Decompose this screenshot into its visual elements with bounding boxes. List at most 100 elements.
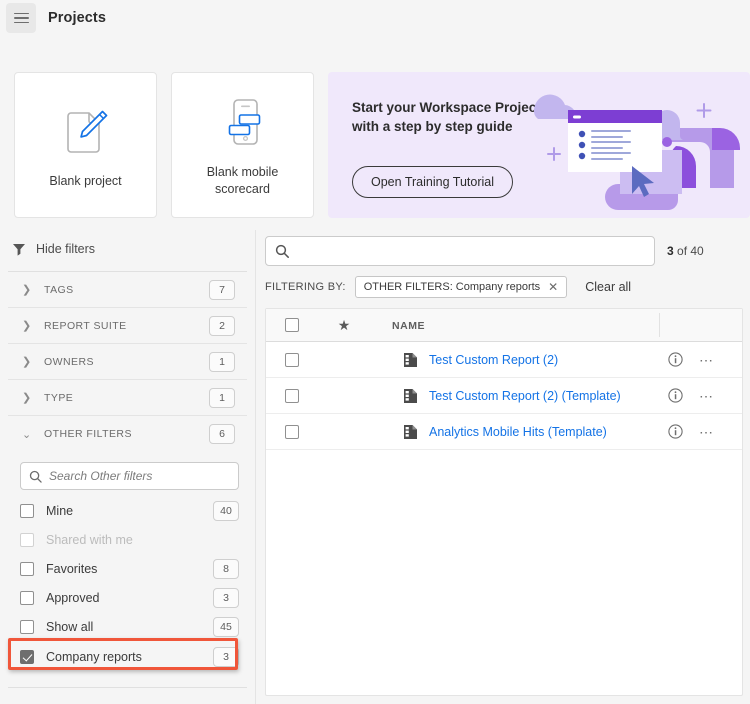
projects-main-panel: 3 of 40 FILTERING BY: OTHER FILTERS: Com… — [256, 230, 750, 704]
chevron-right-icon: ❯ — [22, 356, 32, 368]
blank-project-card-label: Blank project — [49, 173, 122, 188]
close-icon[interactable]: ✕ — [548, 281, 558, 293]
other-filters-search[interactable] — [20, 462, 239, 490]
filter-option-label: Shared with me — [46, 532, 133, 547]
info-icon[interactable] — [668, 388, 683, 403]
chevron-right-icon: ❯ — [22, 392, 32, 404]
table-header-row: ★ NAME — [266, 309, 742, 342]
search-icon — [29, 470, 42, 483]
row-name-link[interactable]: Test Custom Report (2) (Template) — [429, 389, 621, 403]
filter-group-count: 1 — [209, 387, 235, 408]
workspace-illustration — [533, 94, 740, 210]
result-count-total: of 40 — [673, 244, 704, 258]
row-actions-cell: ⋯ — [658, 388, 742, 403]
promo-headline-line-2: with a step by step guide — [352, 119, 513, 135]
table-row[interactable]: Analytics Mobile Hits (Template) ⋯ — [266, 414, 742, 450]
row-checkbox[interactable] — [285, 352, 299, 367]
filter-group-owners[interactable]: ❯ OWNERS 1 — [8, 344, 247, 380]
filter-group-other-filters[interactable]: ⌄ OTHER FILTERS 6 — [8, 416, 247, 452]
row-name-link[interactable]: Analytics Mobile Hits (Template) — [429, 425, 607, 439]
favorites-checkbox[interactable] — [20, 561, 34, 576]
filter-option-label: Approved — [46, 590, 100, 605]
row-name-link[interactable]: Test Custom Report (2) — [429, 353, 558, 367]
more-actions-icon[interactable]: ⋯ — [699, 425, 715, 439]
card-label-line-1: Blank mobile — [206, 165, 279, 180]
mine-checkbox[interactable] — [20, 503, 34, 518]
table-row[interactable]: Test Custom Report (2) ⋯ — [266, 342, 742, 378]
approved-checkbox[interactable] — [20, 590, 34, 605]
hamburger-icon[interactable] — [6, 3, 36, 33]
select-all-cell[interactable] — [266, 318, 318, 332]
company-reports-checkbox[interactable] — [20, 650, 34, 664]
favorite-column-header[interactable]: ★ — [318, 317, 370, 334]
show-all-checkbox[interactable] — [20, 619, 34, 634]
open-training-tutorial-button[interactable]: Open Training Tutorial — [352, 166, 513, 198]
name-column-label: NAME — [392, 320, 426, 332]
select-all-checkbox[interactable] — [285, 318, 299, 332]
more-actions-icon[interactable]: ⋯ — [699, 353, 715, 367]
template-cards-row: Blank project Blank mobile scorecard Sta… — [0, 72, 750, 218]
filter-group-label: OWNERS — [44, 355, 94, 368]
filter-group-count: 7 — [209, 279, 235, 300]
filter-option-label: Mine — [46, 503, 74, 518]
row-checkbox[interactable] — [285, 388, 299, 403]
filtering-by-row: FILTERING BY: OTHER FILTERS: Company rep… — [265, 275, 631, 299]
page-title: Projects — [48, 10, 107, 26]
card-label-line-2: scorecard — [215, 182, 270, 196]
filter-chip-company-reports[interactable]: OTHER FILTERS: Company reports ✕ — [354, 276, 568, 298]
table-row[interactable]: Test Custom Report (2) (Template) ⋯ — [266, 378, 742, 414]
row-checkbox[interactable] — [285, 424, 299, 439]
filter-option-approved[interactable]: Approved 3 — [20, 583, 239, 612]
column-separator — [659, 313, 660, 337]
filter-option-show-all[interactable]: Show all 45 — [20, 612, 239, 641]
filter-option-favorites[interactable]: Favorites 8 — [20, 554, 239, 583]
row-name-cell: Test Custom Report (2) — [370, 352, 658, 368]
blank-mobile-scorecard-card-label: Blank mobile scorecard — [207, 164, 279, 198]
other-filters-search-input[interactable] — [42, 468, 238, 484]
document-pencil-icon — [57, 101, 115, 163]
clear-all-button[interactable]: Clear all — [585, 280, 631, 294]
sidebar-divider-bottom — [8, 687, 247, 688]
project-document-icon — [403, 352, 418, 368]
filter-option-count: 40 — [213, 500, 239, 521]
projects-search-input[interactable] — [289, 243, 654, 259]
filter-option-label: Company reports — [46, 650, 142, 664]
star-icon: ★ — [337, 316, 351, 333]
filter-group-tags[interactable]: ❯ TAGS 7 — [8, 272, 247, 308]
filter-option-shared-with-me: Shared with me — [20, 525, 239, 554]
filter-group-report-suite[interactable]: ❯ REPORT SUITE 2 — [8, 308, 247, 344]
project-document-icon — [403, 424, 418, 440]
filtering-by-label: FILTERING BY: — [265, 281, 346, 293]
chevron-down-icon: ⌄ — [22, 428, 32, 441]
projects-search[interactable] — [265, 236, 655, 266]
result-count: 3 of 40 — [667, 244, 704, 258]
filter-option-company-reports[interactable]: Company reports 3 — [20, 641, 239, 673]
filter-group-type[interactable]: ❯ TYPE 1 — [8, 380, 247, 416]
more-actions-icon[interactable]: ⋯ — [699, 389, 715, 403]
result-count-visible: 3 — [667, 244, 674, 258]
blank-mobile-scorecard-card[interactable]: Blank mobile scorecard — [171, 72, 314, 218]
name-column-header[interactable]: NAME — [370, 316, 658, 334]
search-icon — [275, 244, 289, 258]
row-name-cell: Analytics Mobile Hits (Template) — [370, 424, 658, 440]
filter-option-count: 8 — [213, 558, 239, 579]
chevron-right-icon: ❯ — [22, 320, 32, 332]
row-select-cell[interactable] — [266, 352, 318, 367]
filter-group-label: TAGS — [44, 283, 74, 296]
row-select-cell[interactable] — [266, 424, 318, 439]
filter-option-count: 3 — [213, 647, 239, 667]
hide-filters-button[interactable]: Hide filters — [0, 230, 255, 268]
filter-group-label: OTHER FILTERS — [44, 428, 132, 440]
filter-group-count: 6 — [209, 424, 235, 444]
funnel-icon — [13, 244, 25, 256]
filter-option-mine[interactable]: Mine 40 — [20, 496, 239, 525]
row-name-cell: Test Custom Report (2) (Template) — [370, 388, 658, 404]
info-icon[interactable] — [668, 352, 683, 367]
filter-group-label: TYPE — [44, 391, 74, 404]
row-select-cell[interactable] — [266, 388, 318, 403]
info-icon[interactable] — [668, 424, 683, 439]
filter-chip-label: OTHER FILTERS: Company reports — [363, 281, 541, 293]
filter-group-count: 1 — [209, 351, 235, 372]
blank-project-card[interactable]: Blank project — [14, 72, 157, 218]
mobile-scorecard-icon — [214, 92, 272, 154]
